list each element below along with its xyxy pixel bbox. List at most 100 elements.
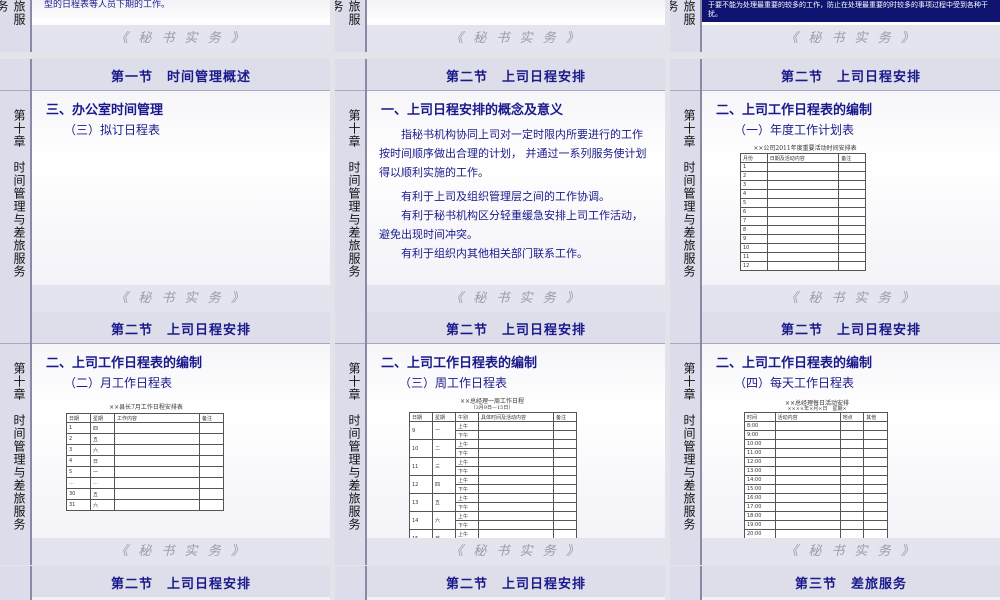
section-header: 第二节 上司日程安排 xyxy=(110,577,251,592)
footer-text: 《 秘 书 实 务 》 xyxy=(115,544,247,559)
table-cell: 11:00 xyxy=(744,448,776,458)
slide-daily-schedule[interactable]: 第二节 上司日程安排 第十章 时间管理与差旅服务 二、上司工作日程表的编制 （四… xyxy=(670,312,1000,565)
highlight-box: 于要不能为处理最重要的较多的工作，防止在处理最重要的时较多的事项过程中受到各种干… xyxy=(702,0,1000,22)
table-header: 其他 xyxy=(863,412,888,422)
table-row: 9 一上午 xyxy=(409,421,577,440)
side-label: 第十章 时间管理与差旅服务 xyxy=(682,109,696,278)
table-row: 6 xyxy=(740,207,866,217)
table-cell: 3 xyxy=(740,180,768,190)
table-row: 17:00 xyxy=(744,502,888,512)
table-header: 星期 xyxy=(432,412,456,422)
slide-top-1[interactable]: 旅服务 型的日程表等人员下期的工作。 《 秘 书 实 务 》 xyxy=(0,0,330,52)
side-label: 旅服务 xyxy=(335,0,361,26)
slide-top-2[interactable]: 旅服务 《 秘 书 实 务 》 xyxy=(335,0,665,52)
table-header: 活动内容 xyxy=(774,412,841,422)
slide-bottom-2[interactable]: 第二节 上司日程安排 xyxy=(335,566,665,600)
section-header: 第二节 上司日程安排 xyxy=(780,323,921,338)
table-caption: ××公司2011年度重要活动时间安排表 xyxy=(753,145,857,152)
table-cell: 10 xyxy=(740,243,768,253)
table-header: 午别 xyxy=(455,412,479,422)
table-row: 4 xyxy=(740,189,866,199)
table-cell: 一 xyxy=(90,466,115,478)
table-cell: 一 xyxy=(432,421,456,440)
table-row: 13:00 xyxy=(744,466,888,476)
table-row: 11 xyxy=(740,252,866,262)
slide-monthly-schedule[interactable]: 第二节 上司日程安排 第十章 时间管理与差旅服务 二、上司工作日程表的编制 （二… xyxy=(0,312,330,565)
side-label: 旅服务 xyxy=(670,0,696,26)
slide-schedule-concept[interactable]: 第二节 上司日程安排 第十章 时间管理与差旅服务 一、上司日程安排的概念及意义 … xyxy=(335,59,665,312)
slide-bottom-1[interactable]: 第二节 上司日程安排 xyxy=(0,566,330,600)
footer-text: 《 秘 书 实 务 》 xyxy=(115,31,247,46)
table-cell: 9 xyxy=(409,421,433,440)
paragraph-benefit-1: 有利于上司及组织管理层之间的工作协调。 xyxy=(401,190,610,203)
slide-subtitle: （三）周工作日程表 xyxy=(399,376,508,390)
table-cell: 上午 xyxy=(455,421,479,431)
table-cell: 二 xyxy=(432,439,456,458)
table-cell: 四 xyxy=(432,475,456,494)
table-cell: 下午 xyxy=(455,430,479,440)
slide-top-3[interactable]: 旅服务 于要不能为处理最重要的较多的工作，防止在处理最重要的时较多的事项过程中受… xyxy=(670,0,1000,52)
table-cell: 上午 xyxy=(455,493,479,503)
slide-weekly-schedule[interactable]: 第二节 上司日程安排 第十章 时间管理与差旅服务 二、上司工作日程表的编制 （三… xyxy=(335,312,665,565)
table-row: 16:00 xyxy=(744,493,888,503)
table-cell: 12 xyxy=(740,261,768,271)
slide-annual-plan[interactable]: 第二节 上司日程安排 第十章 时间管理与差旅服务 二、上司工作日程表的编制 （一… xyxy=(670,59,1000,312)
slide-title: 三、办公室时间管理 xyxy=(46,103,164,118)
table-header: 时间 xyxy=(744,412,776,422)
section-header: 第二节 上司日程安排 xyxy=(445,70,586,85)
table-cell: 六 xyxy=(90,499,115,511)
table-cell: 17:00 xyxy=(744,502,776,512)
table-cell: 三 xyxy=(432,457,456,476)
footer-text: 《 秘 书 实 务 》 xyxy=(785,544,917,559)
table-cell: 3 xyxy=(66,444,91,456)
table-row: 12:00 xyxy=(744,457,888,467)
table-cell: 下午 xyxy=(455,520,479,530)
table-cell: 1 xyxy=(740,162,768,172)
table-row: 10 二上午 xyxy=(409,439,577,458)
table-cell: 12:00 xyxy=(744,457,776,467)
table-header: 工作内容 xyxy=(114,413,200,423)
footer-text: 《 秘 书 实 务 》 xyxy=(450,31,582,46)
table-cell: 五 xyxy=(90,433,115,445)
footer-text: 《 秘 书 实 务 》 xyxy=(115,291,247,306)
table-row: 12 四上午 xyxy=(409,475,577,494)
section-header: 第二节 上司日程安排 xyxy=(110,323,251,338)
table-cell: … xyxy=(90,477,115,489)
table-cell: 31 xyxy=(66,499,91,511)
side-label: 第十章 时间管理与差旅服务 xyxy=(682,362,696,531)
table-cell: 五 xyxy=(90,488,115,500)
slide-subtitle: （三）拟订日程表 xyxy=(64,123,161,137)
section-header: 第一节 时间管理概述 xyxy=(110,70,251,85)
table-cell: 六 xyxy=(90,444,115,456)
table-cell: 2 xyxy=(66,433,91,445)
table-cell: 30 xyxy=(66,488,91,500)
table-cell: 五 xyxy=(432,493,456,512)
side-label: 旅服务 xyxy=(0,0,26,26)
slide-bottom-3[interactable]: 第三节 差旅服务 xyxy=(670,566,1000,600)
table-cell: 1 xyxy=(66,422,91,434)
table-row: 4日 xyxy=(66,455,224,467)
table-row: 8:00 xyxy=(744,421,888,431)
slide-time-management[interactable]: 第一节 时间管理概述 第十章 时间管理与差旅服务 三、办公室时间管理 （三）拟订… xyxy=(0,59,330,312)
slide-text: 型的日程表等人员下期的工作。 xyxy=(44,0,171,10)
table-row: 8 xyxy=(740,225,866,235)
table-header: 备注 xyxy=(838,153,866,163)
table-header: 日期 xyxy=(409,412,433,422)
table-cell: 14:00 xyxy=(744,475,776,485)
table-cell: 18:00 xyxy=(744,511,776,521)
table-cell: 日 xyxy=(90,455,115,467)
side-label: 第十章 时间管理与差旅服务 xyxy=(12,109,26,278)
slide-subtitle: （一）年度工作计划表 xyxy=(734,123,855,137)
table-row: 9 xyxy=(740,234,866,244)
table-cell: 下午 xyxy=(455,484,479,494)
table-cell: 6 xyxy=(740,207,768,217)
table-cell: 13 xyxy=(409,493,433,512)
slide-title: 二、上司工作日程表的编制 xyxy=(716,356,873,371)
table-cell: 上午 xyxy=(455,475,479,485)
table-cell: 四 xyxy=(90,422,115,434)
side-label: 第十章 时间管理与差旅服务 xyxy=(12,362,26,531)
slide-subtitle: （二）月工作日程表 xyxy=(64,376,173,390)
footer-text: 《 秘 书 实 务 》 xyxy=(785,31,917,46)
table-row: 3 xyxy=(740,180,866,190)
slide-title: 一、上司日程安排的概念及意义 xyxy=(381,103,564,118)
